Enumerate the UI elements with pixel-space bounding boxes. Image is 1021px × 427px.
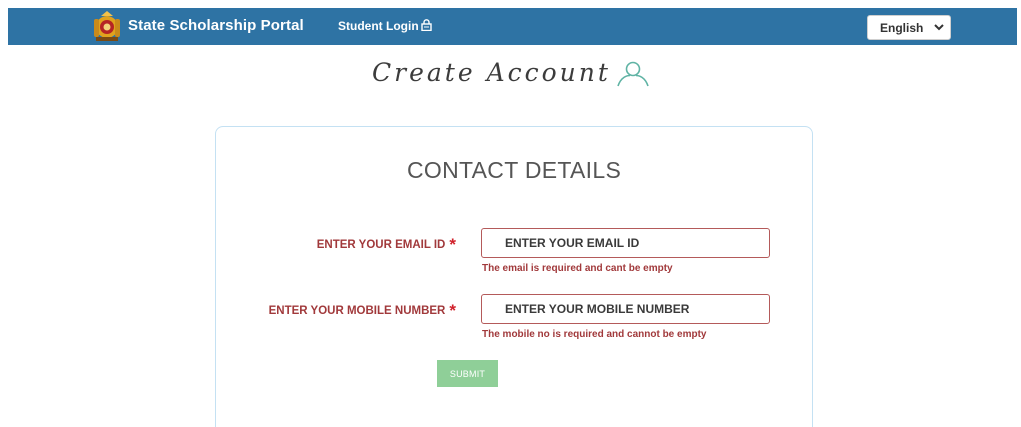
- state-emblem-logo: [94, 11, 120, 41]
- student-login-link[interactable]: Student Login: [338, 19, 432, 33]
- language-select[interactable]: English: [867, 15, 951, 40]
- student-login-label: Student Login: [338, 19, 419, 33]
- mobile-label-text: ENTER YOUR MOBILE NUMBER: [268, 305, 446, 317]
- email-label: ENTER YOUR EMAIL ID *: [317, 235, 456, 255]
- chevron-down-icon: [934, 24, 944, 31]
- section-title: CONTACT DETAILS: [407, 157, 622, 183]
- submit-button[interactable]: SUBMIT: [437, 360, 498, 387]
- mobile-number-field[interactable]: [481, 294, 770, 324]
- lock-icon: [420, 19, 432, 31]
- required-asterisk: *: [449, 301, 456, 320]
- email-field[interactable]: [481, 228, 770, 258]
- email-label-text: ENTER YOUR EMAIL ID: [316, 239, 446, 251]
- language-selected-value: English: [880, 21, 924, 35]
- page-title: Create Account: [372, 58, 611, 87]
- required-asterisk: *: [449, 235, 456, 254]
- mobile-error-message: The mobile no is required and cannot be …: [482, 329, 707, 340]
- email-error-message: The email is required and cant be empty: [482, 263, 673, 274]
- portal-title[interactable]: State Scholarship Portal: [128, 17, 304, 34]
- top-navbar: State Scholarship Portal Student Login E…: [8, 8, 1017, 45]
- mobile-label: ENTER YOUR MOBILE NUMBER *: [269, 301, 456, 321]
- user-icon: [617, 61, 649, 87]
